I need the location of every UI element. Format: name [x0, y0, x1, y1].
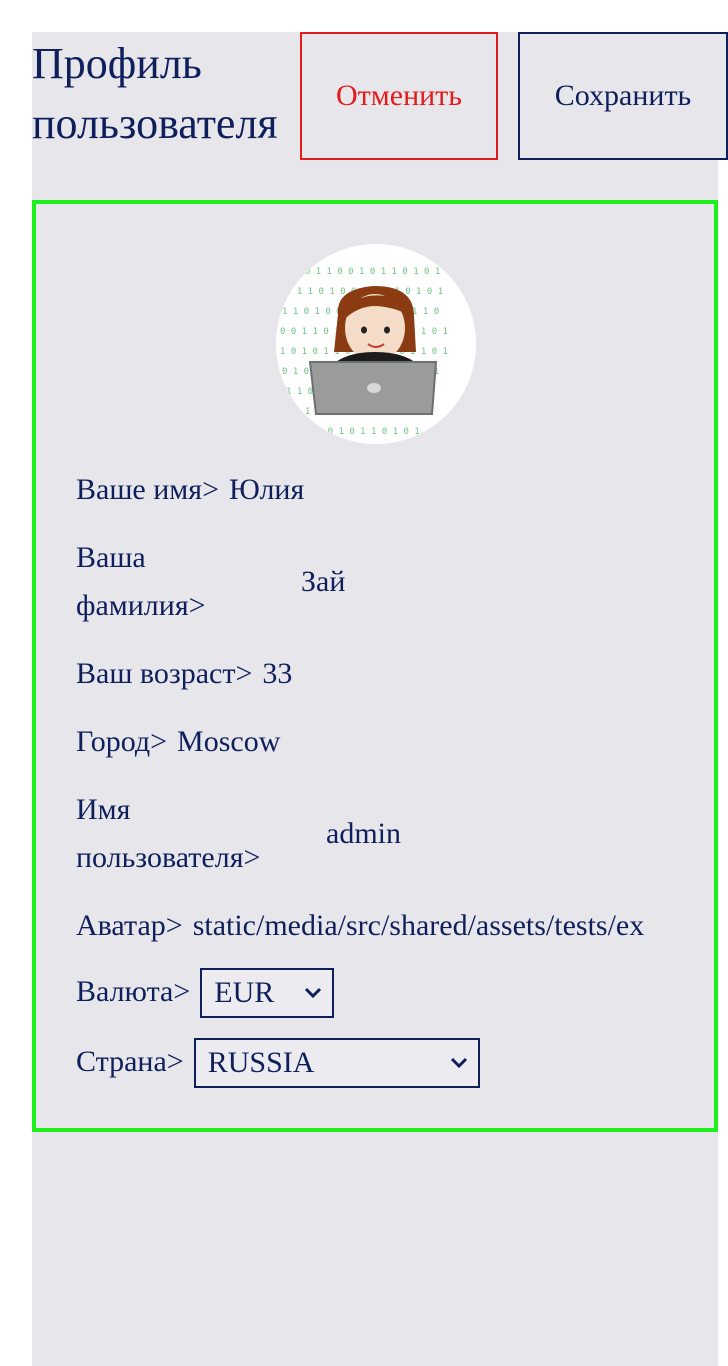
city-label: Город>	[76, 725, 168, 758]
svg-text:1 0 0 1 0 1 1 0 1 0 1: 1 0 0 1 0 1 1 0 1 0 1	[306, 427, 420, 437]
country-selected: RUSSIA	[207, 1046, 315, 1079]
profile-card: 1 0 1 1 0 0 1 0 1 1 0 1 0 1 0 1 1 0 1 0 …	[32, 200, 718, 1132]
avatar-value[interactable]: static/media/src/shared/assets/tests/ex	[193, 902, 668, 950]
avatar-row: Аватар> static/media/src/shared/assets/t…	[76, 902, 668, 950]
city-value[interactable]: Moscow	[177, 718, 280, 766]
avatar-label: Аватар>	[76, 909, 183, 942]
surname-row: Ваша фамилия> Зай	[76, 534, 345, 630]
country-row: Страна> RUSSIA	[76, 1038, 480, 1088]
surname-value[interactable]: Зай	[301, 558, 345, 606]
currency-label: Валюта>	[76, 975, 191, 1008]
username-label: Имя пользователя>	[76, 793, 261, 874]
chevron-down-icon	[450, 1057, 467, 1069]
chevron-down-icon	[305, 987, 322, 999]
age-label: Ваш возраст>	[76, 657, 253, 690]
currency-row: Валюта> EUR	[76, 968, 335, 1018]
woman-with-laptop-avatar-icon: 1 0 1 1 0 0 1 0 1 1 0 1 0 1 0 1 1 0 1 0 …	[280, 267, 448, 437]
cancel-button[interactable]: Отменить	[300, 32, 498, 160]
svg-text:1 0 1 1 0 0 1 0 1 1 0 1 0 1: 1 0 1 1 0 0 1 0 1 1 0 1 0 1	[294, 267, 440, 277]
name-label: Ваше имя>	[76, 473, 219, 506]
city-row: Город> Moscow	[76, 718, 280, 766]
country-select[interactable]: RUSSIA	[193, 1038, 480, 1088]
save-button[interactable]: Сохранить	[518, 32, 728, 160]
age-value[interactable]: 33	[262, 650, 292, 698]
currency-selected: EUR	[214, 976, 275, 1009]
age-row: Ваш возраст> 33	[76, 650, 292, 698]
page-title: Профиль пользователя	[32, 39, 278, 148]
currency-select[interactable]: EUR	[200, 968, 335, 1018]
username-row: Имя пользователя> admin	[76, 786, 401, 882]
username-value[interactable]: admin	[326, 810, 401, 858]
name-row: Ваше имя> Юлия	[76, 466, 304, 514]
avatar: 1 0 1 1 0 0 1 0 1 1 0 1 0 1 0 1 1 0 1 0 …	[276, 244, 476, 444]
country-label: Страна>	[76, 1045, 184, 1078]
name-value[interactable]: Юлия	[229, 466, 304, 514]
surname-label: Ваша фамилия>	[76, 541, 206, 622]
